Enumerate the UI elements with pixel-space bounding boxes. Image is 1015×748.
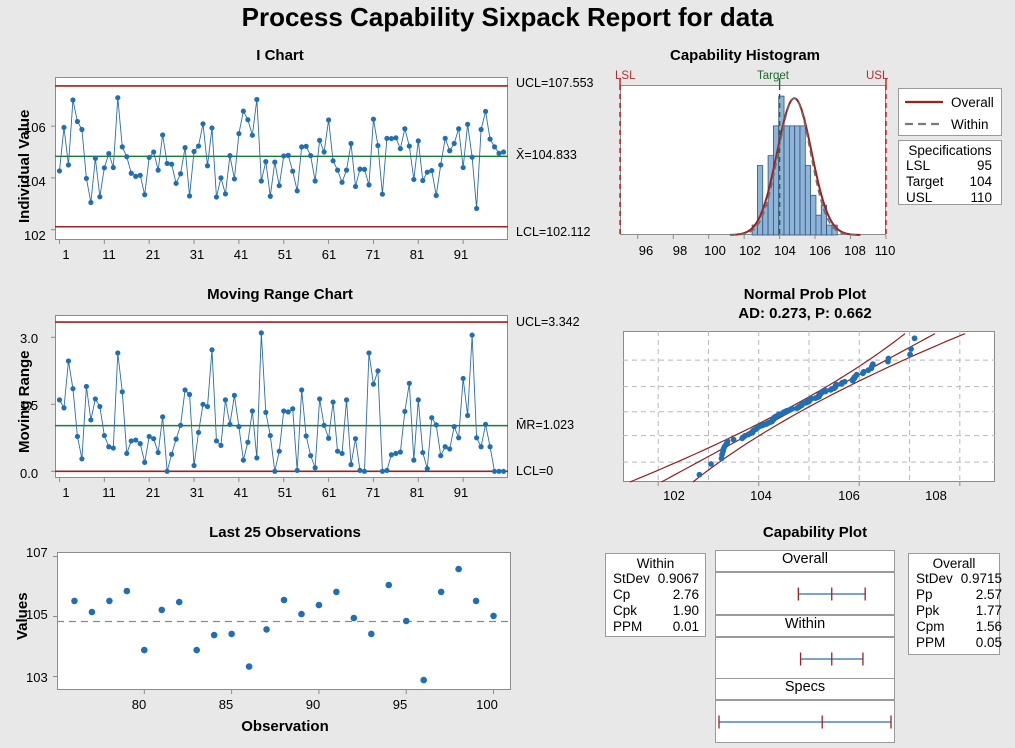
capplot-overall-box: Overall StDev 0.9715 Pp 2.57 Ppk 1.77 Cp… bbox=[908, 553, 1002, 655]
overall-stats-table: StDev 0.9715 Pp 2.57 Ppk 1.77 Cpm 1.56 P… bbox=[909, 571, 1011, 651]
table-row: Cpm 1.56 bbox=[909, 619, 1011, 635]
overall-key-pp: Pp bbox=[916, 587, 933, 602]
table-row: PPM 0.05 bbox=[909, 635, 1011, 651]
table-row: Pp 2.57 bbox=[909, 587, 1011, 603]
overall-value-ppm: 0.05 bbox=[975, 635, 1003, 650]
report-canvas: Process Capability Sixpack Report for da… bbox=[0, 0, 1015, 748]
capplot-graphics bbox=[718, 587, 892, 729]
overall-value-pp: 2.57 bbox=[975, 587, 1003, 602]
overall-value-cpm: 1.56 bbox=[975, 619, 1003, 634]
overall-value-stdev: 0.9715 bbox=[960, 571, 1003, 586]
table-row: Ppk 1.77 bbox=[909, 603, 1011, 619]
overall-key-cpm: Cpm bbox=[916, 619, 945, 634]
overall-box-header: Overall bbox=[932, 556, 976, 571]
table-row: StDev 0.9715 bbox=[909, 571, 1011, 587]
overall-key-ppm: PPM bbox=[916, 635, 946, 650]
overall-value-ppk: 1.77 bbox=[975, 603, 1003, 618]
overall-key-stdev: StDev bbox=[916, 571, 953, 586]
overall-key-ppk: Ppk bbox=[916, 603, 940, 618]
